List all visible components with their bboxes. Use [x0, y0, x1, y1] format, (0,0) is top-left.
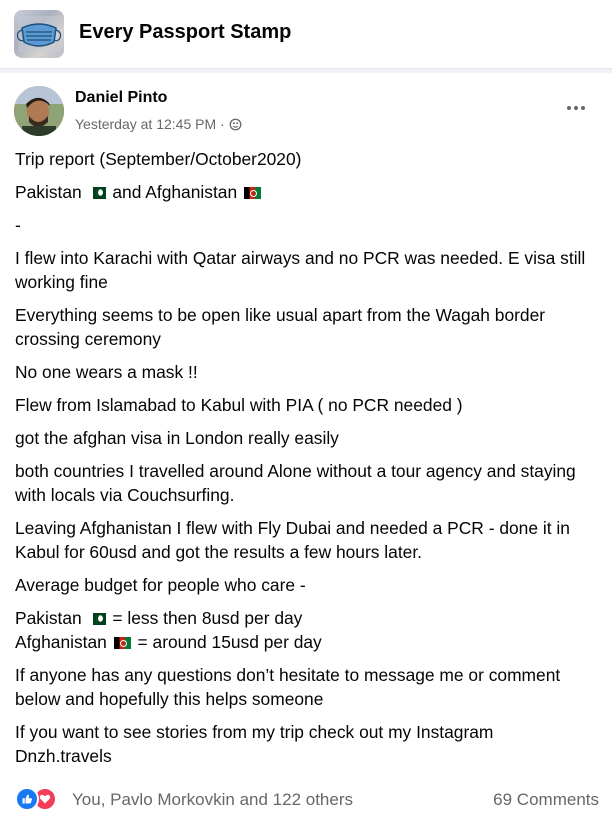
afghanistan-flag-icon [243, 187, 261, 199]
group-name[interactable]: Every Passport Stamp [79, 21, 291, 44]
post-meta: Yesterday at 12:45 PM · [75, 116, 242, 132]
group-thumbnail[interactable] [14, 10, 64, 58]
country-name: Pakistan [15, 182, 82, 202]
heart-icon [39, 794, 51, 804]
country-name: Pakistan [15, 608, 82, 628]
reactions-summary[interactable]: You, Pavlo Morkovkin and 122 others [72, 790, 353, 810]
post-line: Trip report (September/October2020) [15, 149, 302, 169]
post-line: Flew from Islamabad to Kabul with PIA ( … [15, 395, 463, 415]
more-dot [581, 106, 585, 110]
thumbs-up-icon [22, 794, 33, 804]
more-dot [574, 106, 578, 110]
post-line: both countries I travelled around Alone … [15, 461, 576, 505]
country-name: and Afghanistan [112, 182, 238, 202]
post-line: No one wears a mask !! [15, 362, 198, 382]
budget-value: = around 15usd per day [137, 632, 322, 652]
pakistan-flag-icon [88, 613, 106, 625]
instagram-handle: Dnzh.travels [15, 746, 112, 766]
reaction-icons[interactable] [15, 787, 57, 811]
post-line: Average budget for people who care - [15, 575, 306, 595]
instagram-text: If you want to see stories from my trip … [15, 722, 494, 742]
mask-stamp-icon [16, 16, 62, 52]
post-line: If anyone has any questions don’t hesita… [15, 665, 561, 709]
comments-count[interactable]: 69 Comments [493, 790, 599, 810]
globe-icon[interactable] [229, 118, 242, 131]
post-line: I flew into Karachi with Qatar airways a… [15, 248, 586, 292]
profile-photo-icon [14, 86, 64, 136]
post-line: Pakistan and Afghanistan [15, 180, 600, 204]
like-reaction-icon [15, 787, 39, 811]
post-line: - [15, 215, 21, 235]
budget-value: = less then 8usd per day [112, 608, 303, 628]
post-body: Trip report (September/October2020) Paki… [15, 147, 600, 768]
pakistan-flag-icon [88, 187, 106, 199]
budget-block: Pakistan = less then 8usd per day Afghan… [15, 606, 600, 654]
more-options-button[interactable] [558, 96, 594, 120]
post-footer: You, Pavlo Morkovkin and 122 others 69 C… [0, 784, 612, 814]
avatar[interactable] [14, 86, 64, 136]
post-line: Leaving Afghanistan I flew with Fly Duba… [15, 518, 570, 562]
author-name[interactable]: Daniel Pinto [75, 89, 167, 107]
afghanistan-flag-icon [113, 637, 131, 649]
post-line: If you want to see stories from my trip … [15, 720, 600, 768]
post-line: Everything seems to be open like usual a… [15, 305, 546, 349]
country-name: Afghanistan [15, 632, 107, 652]
more-options-icon [567, 106, 571, 110]
post-timestamp[interactable]: Yesterday at 12:45 PM · [75, 116, 225, 132]
divider [0, 69, 612, 73]
group-header: Every Passport Stamp [0, 0, 612, 69]
post-line: got the afghan visa in London really eas… [15, 428, 339, 448]
